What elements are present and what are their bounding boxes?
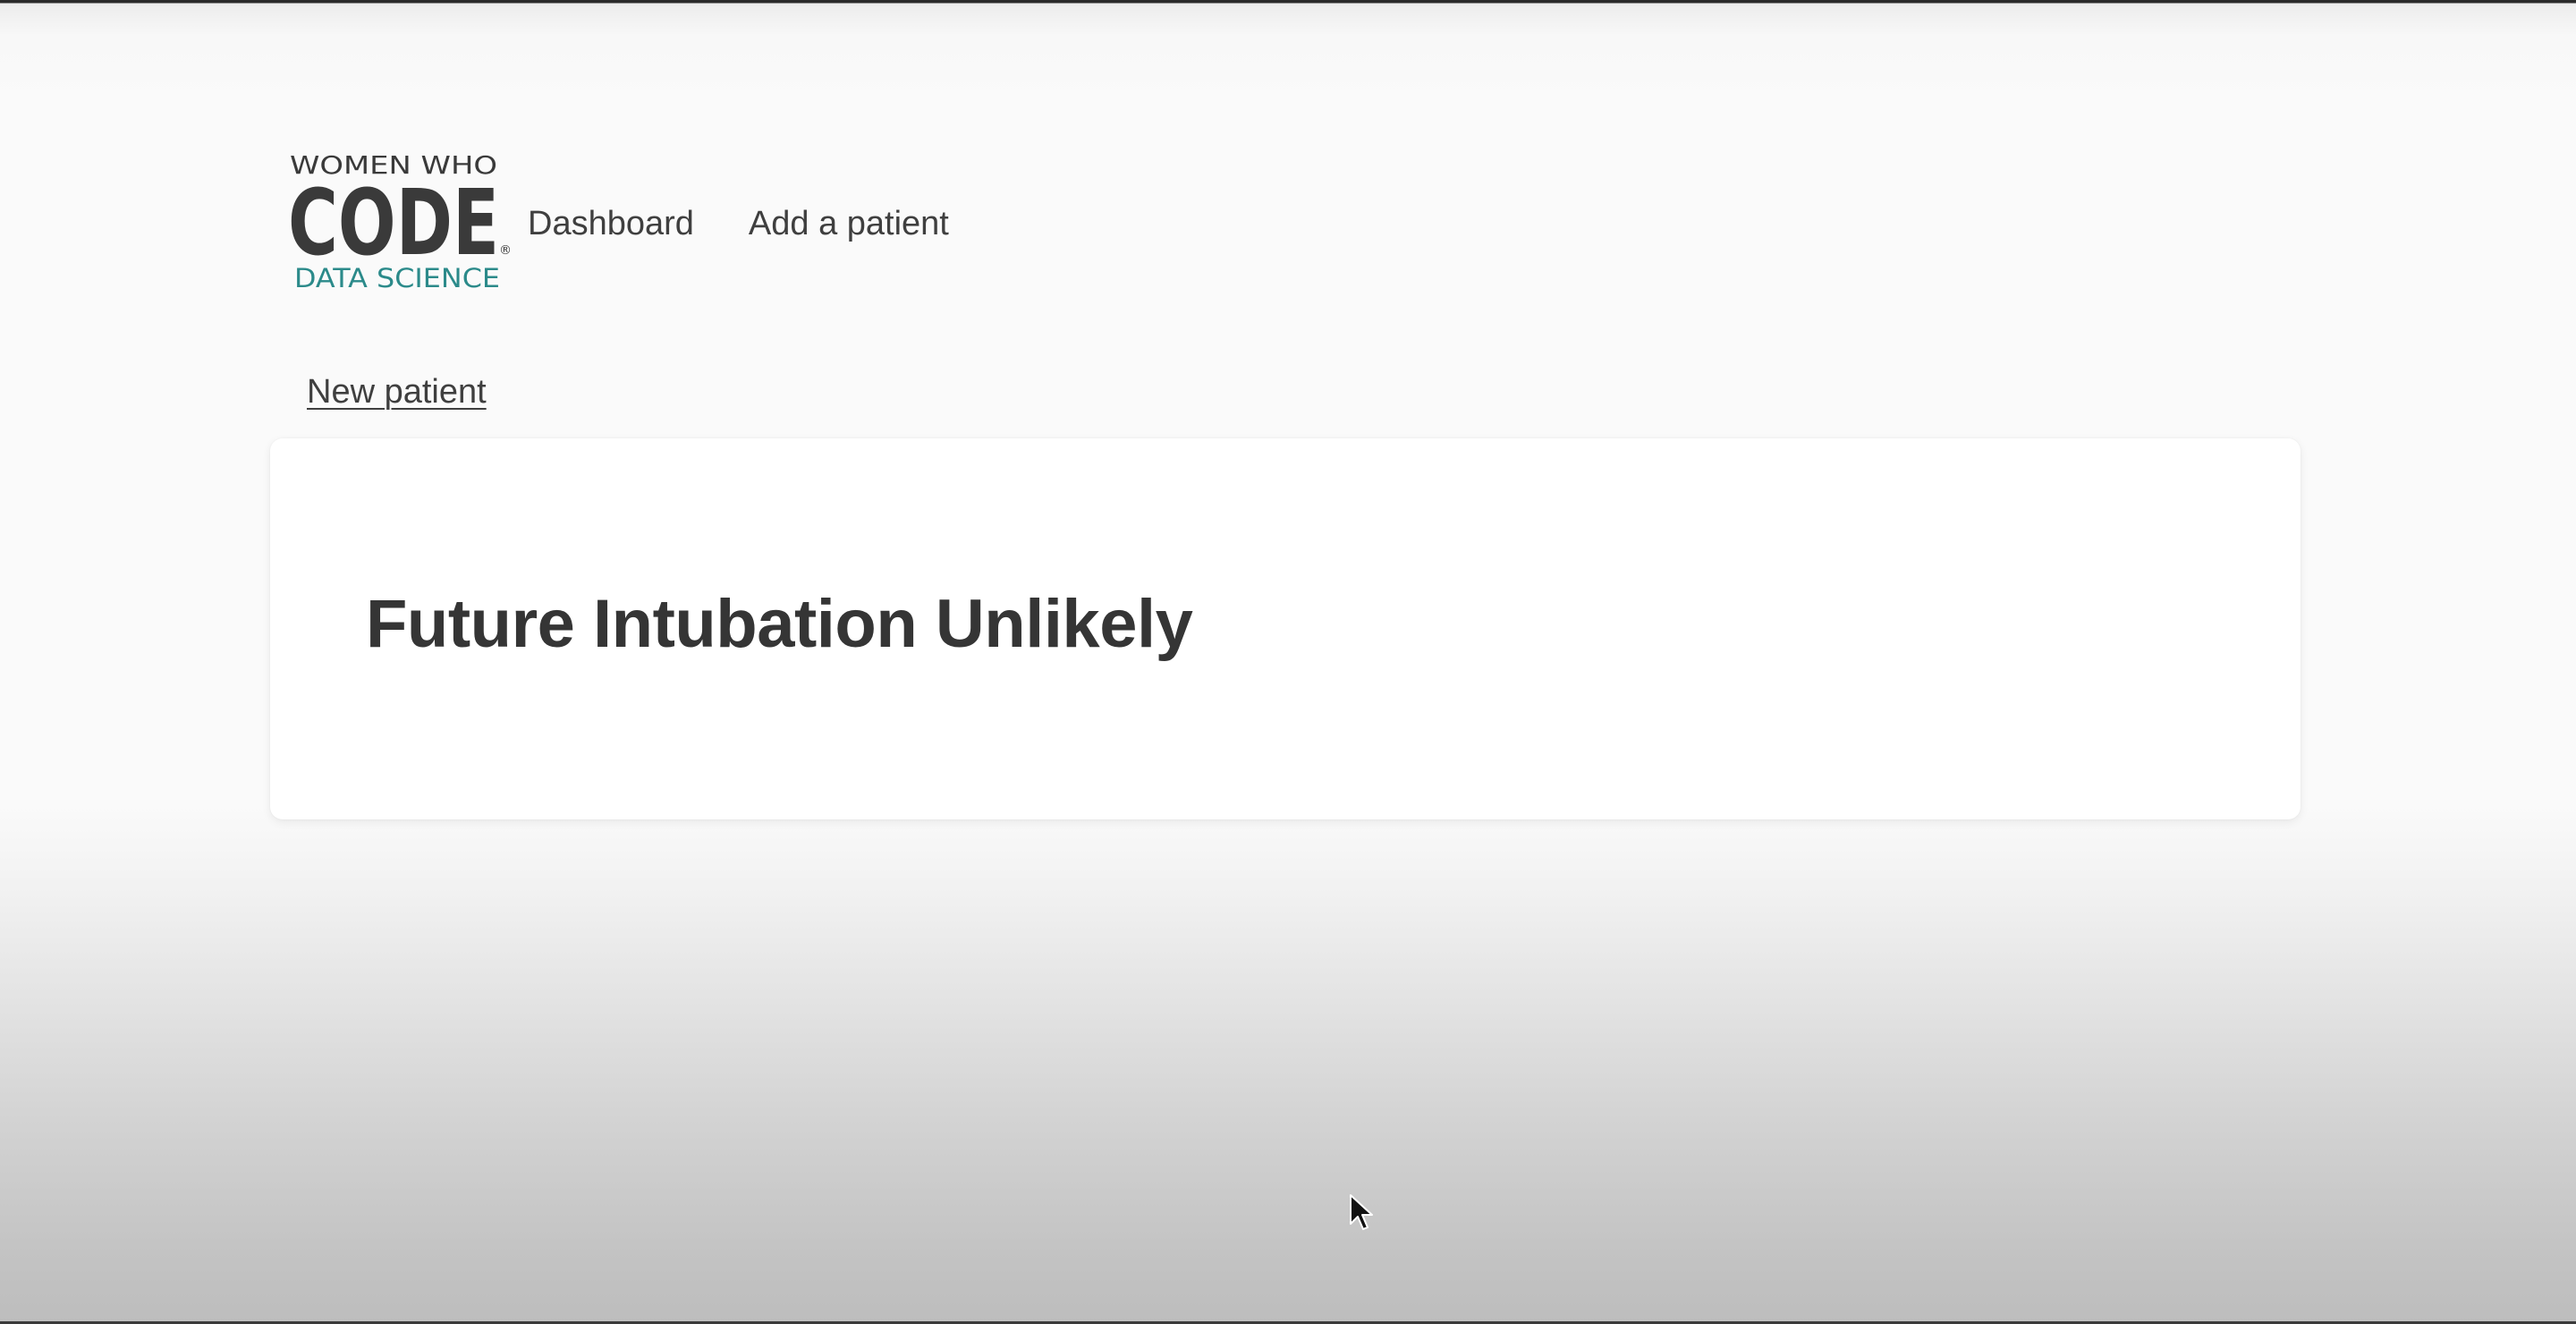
- logo-line-code: CODE: [288, 170, 499, 276]
- top-navigation: WOMEN WHO CODE ® DATA SCIENCE Dashboard …: [288, 154, 949, 293]
- prediction-result-title: Future Intubation Unlikely: [366, 586, 1193, 662]
- logo-registered-mark: ®: [499, 243, 510, 258]
- mouse-pointer-icon: [1350, 1194, 1373, 1230]
- nav-add-patient-link[interactable]: Add a patient: [749, 205, 949, 243]
- logo-line-data-science: DATA SCIENCE: [294, 263, 500, 293]
- nav-dashboard-link[interactable]: Dashboard: [528, 205, 694, 243]
- new-patient-link[interactable]: New patient: [307, 373, 487, 412]
- women-who-code-data-science-logo[interactable]: WOMEN WHO CODE ® DATA SCIENCE: [288, 154, 510, 293]
- prediction-result-card: Future Intubation Unlikely: [270, 438, 2301, 819]
